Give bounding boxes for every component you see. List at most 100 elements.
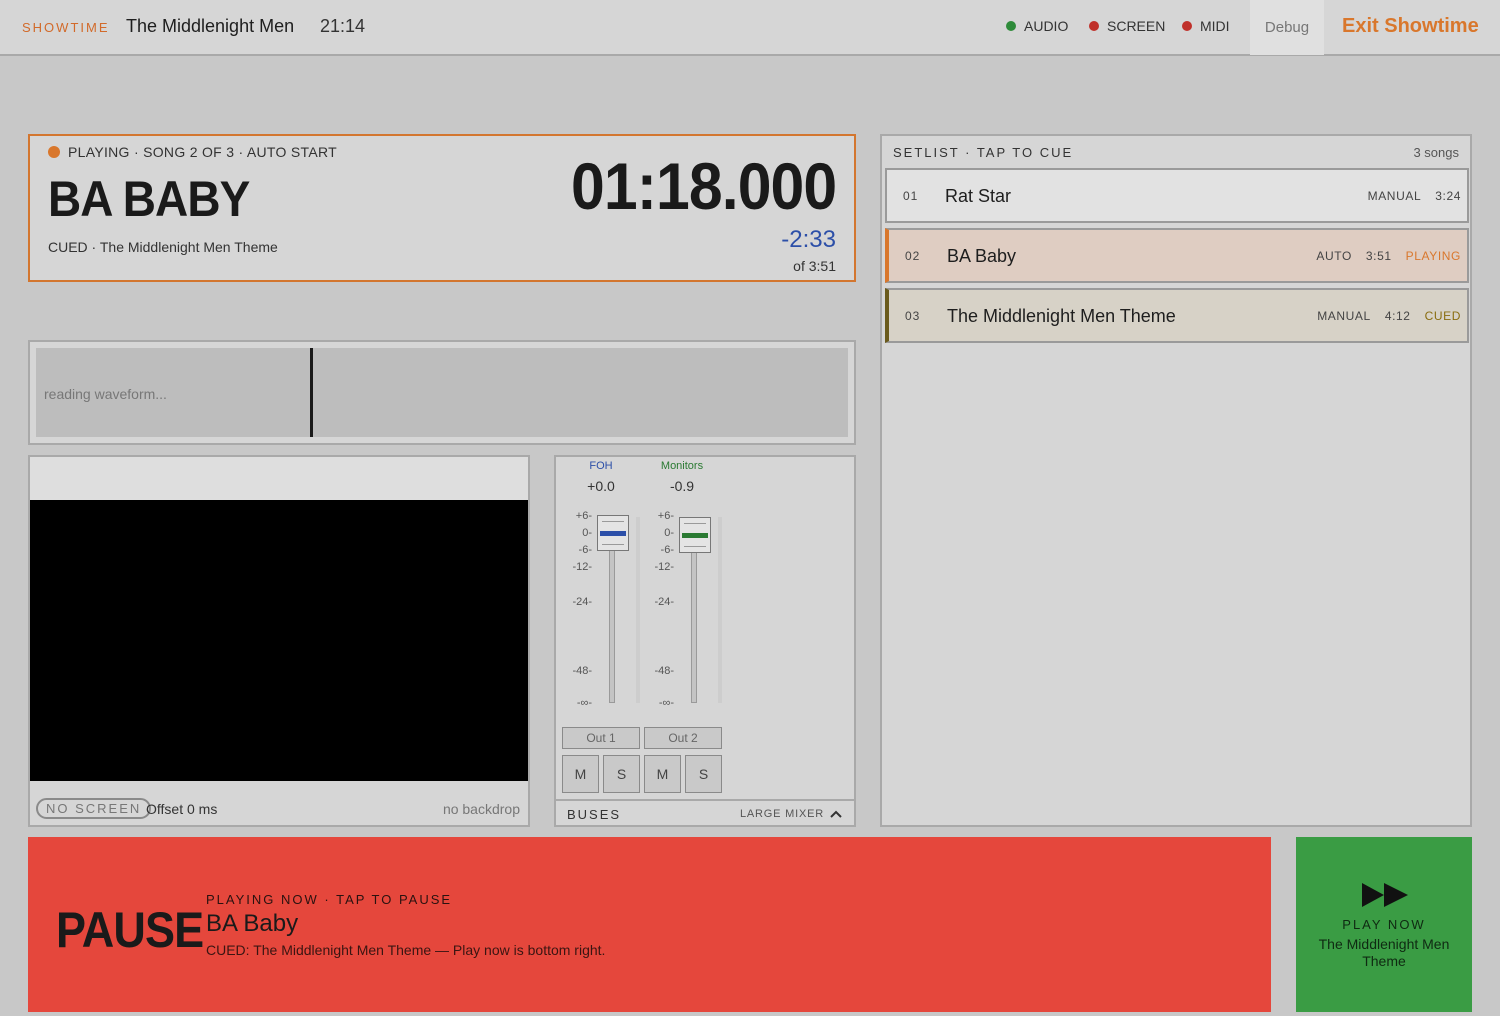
song-duration: 3:51 bbox=[1365, 249, 1392, 263]
scale-label: -6- bbox=[660, 544, 674, 556]
setlist-item-rat-star[interactable]: 01 Rat Star MANUAL 3:24 bbox=[885, 168, 1469, 223]
channel-name-monitors: Monitors bbox=[660, 460, 704, 472]
output-select-monitors[interactable]: Out 2 bbox=[644, 727, 722, 749]
scale-label: -∞- bbox=[658, 697, 674, 709]
song-mode: MANUAL bbox=[1367, 189, 1422, 203]
total-time: of 3:51 bbox=[793, 258, 836, 274]
song-number: 03 bbox=[905, 309, 921, 323]
setlist-panel: SETLIST · TAP TO CUE 3 songs 01 Rat Star… bbox=[880, 134, 1472, 827]
no-screen-badge: NO SCREEN bbox=[36, 798, 152, 819]
status-dot-icon bbox=[1089, 21, 1099, 31]
handle-grip bbox=[684, 523, 706, 524]
status-dot-icon bbox=[1182, 21, 1192, 31]
play-now-button[interactable]: PLAY NOW The Middlenight Men Theme bbox=[1296, 837, 1472, 1012]
status-dot-icon bbox=[1006, 21, 1016, 31]
bus-mixer: FOH +0.0 Monitors -0.9 +6- 0- -6- -12- -… bbox=[554, 455, 856, 827]
fader-handle-foh[interactable] bbox=[597, 515, 629, 551]
band-name: The Middlenight Men bbox=[126, 16, 295, 36]
status-screen-label: SCREEN bbox=[1107, 18, 1166, 34]
waveform-panel: reading waveform... bbox=[28, 340, 856, 445]
now-playing-status: PLAYING · SONG 2 OF 3 · AUTO START bbox=[48, 144, 337, 160]
song-title: Rat Star bbox=[945, 186, 1012, 206]
handle-grip bbox=[684, 546, 706, 547]
status-audio-label: AUDIO bbox=[1024, 18, 1069, 34]
pause-button[interactable]: PAUSE PLAYING NOW · TAP TO PAUSE BA Baby… bbox=[28, 837, 1271, 1012]
setlist-item-middlenight-men-theme[interactable]: 03 The Middlenight Men Theme MANUAL 4:12… bbox=[885, 288, 1469, 343]
playhead[interactable] bbox=[310, 348, 313, 437]
large-mixer-toggle[interactable]: LARGE MIXER bbox=[740, 808, 842, 820]
scale-label: -24- bbox=[654, 596, 674, 608]
elapsed-timer: 01:18.000 bbox=[570, 149, 837, 223]
now-playing-cued: CUED · The Middlenight Men Theme bbox=[48, 239, 278, 255]
scale-label: 0- bbox=[664, 527, 674, 539]
top-bar: SHOWTIME The Middlenight Men 21:14 AUDIO… bbox=[0, 0, 1500, 56]
now-playing-status-text: PLAYING · SONG 2 OF 3 · AUTO START bbox=[68, 144, 337, 160]
pause-hint: PLAYING NOW · TAP TO PAUSE bbox=[206, 892, 453, 907]
status-screen: SCREEN bbox=[1089, 18, 1165, 34]
handle-grip bbox=[602, 521, 624, 522]
song-duration: 4:12 bbox=[1384, 309, 1411, 323]
screen-preview bbox=[30, 500, 528, 781]
level-meter-monitors bbox=[718, 517, 722, 703]
fader-handle-monitors[interactable] bbox=[679, 517, 711, 553]
song-state-badge: PLAYING bbox=[1405, 249, 1461, 263]
scale-label: -24- bbox=[572, 596, 592, 608]
scale-label: -48- bbox=[654, 665, 674, 677]
scale-label: -12- bbox=[654, 561, 674, 573]
setlist-title: SETLIST · TAP TO CUE bbox=[893, 145, 1074, 160]
clock: 21:14 bbox=[320, 16, 366, 36]
song-meta: MANUAL 3:24 bbox=[1368, 189, 1461, 203]
solo-button-monitors[interactable]: S bbox=[685, 755, 722, 793]
scale-label: -48- bbox=[572, 665, 592, 677]
remaining-time: -2:33 bbox=[781, 226, 836, 253]
mixer-footer: BUSES LARGE MIXER bbox=[556, 799, 854, 827]
song-state-badge: CUED bbox=[1424, 309, 1461, 323]
waveform[interactable]: reading waveform... bbox=[36, 348, 848, 437]
now-playing-title: BA BABY bbox=[48, 171, 250, 227]
channel-level-monitors: -0.9 bbox=[669, 478, 695, 494]
chevron-up-icon bbox=[830, 810, 842, 818]
screen-offset: Offset 0 ms bbox=[146, 801, 218, 817]
fader-indicator bbox=[600, 531, 626, 536]
scale-label: -6- bbox=[578, 544, 592, 556]
song-meta: AUTO 3:51 PLAYING bbox=[1316, 249, 1461, 263]
fast-forward-icon bbox=[1362, 883, 1408, 907]
scale-label: +6- bbox=[657, 510, 674, 522]
scale-label: -12- bbox=[572, 561, 592, 573]
waveform-status: reading waveform... bbox=[44, 386, 167, 402]
debug-button[interactable]: Debug bbox=[1250, 0, 1324, 55]
scale-label: 0- bbox=[582, 527, 592, 539]
song-mode: MANUAL bbox=[1317, 309, 1371, 323]
fader-indicator bbox=[682, 533, 708, 538]
screen-preview-header bbox=[30, 457, 528, 500]
exit-showtime-button[interactable]: Exit Showtime bbox=[1342, 15, 1479, 38]
song-number: 02 bbox=[905, 249, 921, 263]
output-select-foh[interactable]: Out 1 bbox=[562, 727, 640, 749]
status-audio: AUDIO bbox=[1006, 18, 1068, 34]
song-meta: MANUAL 4:12 CUED bbox=[1317, 309, 1461, 323]
scale-label: -∞- bbox=[576, 697, 592, 709]
song-mode: AUTO bbox=[1316, 249, 1352, 263]
playing-dot-icon bbox=[48, 146, 60, 158]
song-title: BA Baby bbox=[947, 246, 1017, 266]
setlist-count: 3 songs bbox=[1413, 145, 1459, 160]
pause-label: PAUSE bbox=[56, 902, 204, 958]
now-playing-panel: PLAYING · SONG 2 OF 3 · AUTO START BA BA… bbox=[28, 134, 856, 282]
play-now-label: PLAY NOW bbox=[1342, 917, 1426, 932]
setlist-item-ba-baby[interactable]: 02 BA Baby AUTO 3:51 PLAYING bbox=[885, 228, 1469, 283]
song-duration: 3:24 bbox=[1435, 189, 1461, 203]
mute-button-foh[interactable]: M bbox=[562, 755, 599, 793]
buses-label: BUSES bbox=[567, 807, 622, 822]
song-title: The Middlenight Men Theme bbox=[947, 306, 1176, 326]
pause-cued-info: CUED: The Middlenight Men Theme — Play n… bbox=[206, 942, 606, 958]
status-midi: MIDI bbox=[1182, 18, 1230, 34]
channel-level-foh: +0.0 bbox=[587, 478, 615, 494]
play-now-song-title: The Middlenight Men Theme bbox=[1318, 936, 1450, 969]
pause-song-title: BA Baby bbox=[206, 910, 299, 937]
mute-button-monitors[interactable]: M bbox=[644, 755, 681, 793]
solo-button-foh[interactable]: S bbox=[603, 755, 640, 793]
backdrop-status: no backdrop bbox=[442, 801, 520, 817]
status-midi-label: MIDI bbox=[1200, 18, 1230, 34]
handle-grip bbox=[602, 544, 624, 545]
screen-preview-footer: NO SCREEN Offset 0 ms no backdrop bbox=[30, 781, 528, 827]
